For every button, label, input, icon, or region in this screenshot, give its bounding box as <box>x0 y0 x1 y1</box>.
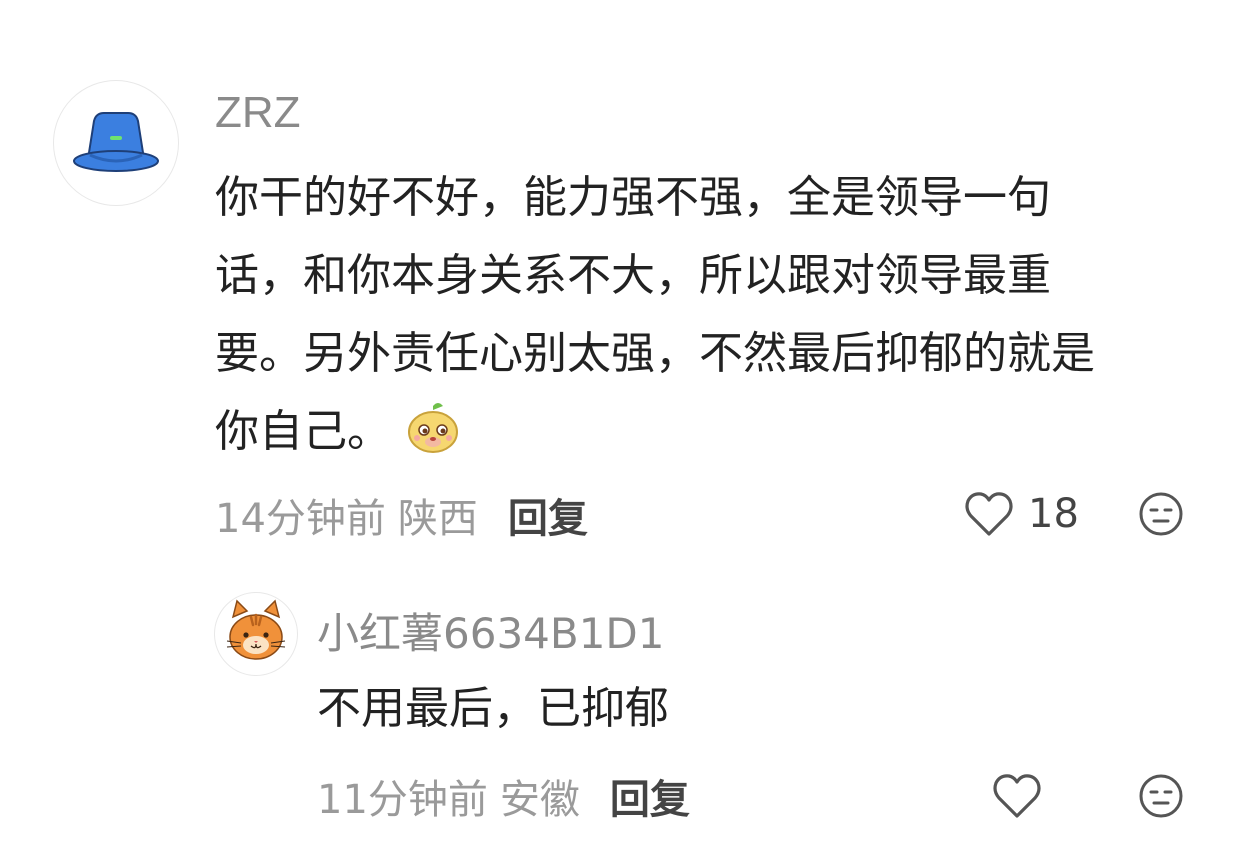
emoji-react-button[interactable] <box>1137 772 1185 820</box>
like-button[interactable] <box>963 489 1015 539</box>
avatar[interactable] <box>53 80 179 206</box>
comment-meta: 11分钟前 安徽 回复 <box>317 768 690 824</box>
comment-line: 你干的好不好，能力强不强，全是领导一句 <box>215 172 1051 223</box>
emoji-react-button[interactable] <box>1137 490 1185 538</box>
orange-cat-icon <box>226 599 286 660</box>
reply-button[interactable]: 回复 <box>508 486 588 544</box>
comment-line: 你自己。 <box>215 406 391 457</box>
timestamp: 14分钟前 <box>215 496 386 542</box>
comment-body: 不用最后，已抑郁 <box>317 670 669 748</box>
like-button[interactable] <box>991 771 1043 821</box>
location: 陕西 <box>397 496 478 542</box>
username[interactable]: ZRZ <box>215 88 301 138</box>
meh-face-icon <box>1139 492 1183 536</box>
meh-face-icon <box>1139 774 1183 818</box>
comment-line: 要。另外责任心别太强，不然最后抑郁的就是 <box>215 328 1095 379</box>
cute-mascot-emoji-icon <box>408 403 458 453</box>
comment-line-last: 你自己。 <box>215 393 1095 471</box>
comment-body: 你干的好不好，能力强不强，全是领导一句 话，和你本身关系不大，所以跟对领导最重 … <box>215 159 1095 471</box>
avatar[interactable] <box>214 592 298 676</box>
comment-meta: 14分钟前 陕西 回复 <box>215 487 588 543</box>
blue-bucket-hat-icon <box>73 112 159 172</box>
heart-icon <box>965 492 1013 536</box>
heart-icon <box>993 774 1041 818</box>
like-count: 18 <box>1028 491 1079 537</box>
comment-line: 不用最后，已抑郁 <box>317 683 669 734</box>
reply-button[interactable]: 回复 <box>610 767 690 825</box>
username[interactable]: 小红薯6634B1D1 <box>317 600 665 661</box>
location: 安徽 <box>499 777 580 823</box>
comment-thread: ZRZ 你干的好不好，能力强不强，全是领导一句 话，和你本身关系不大，所以跟对领… <box>0 0 1260 859</box>
comment-line: 话，和你本身关系不大，所以跟对领导最重 <box>215 250 1051 301</box>
timestamp: 11分钟前 <box>317 777 488 823</box>
